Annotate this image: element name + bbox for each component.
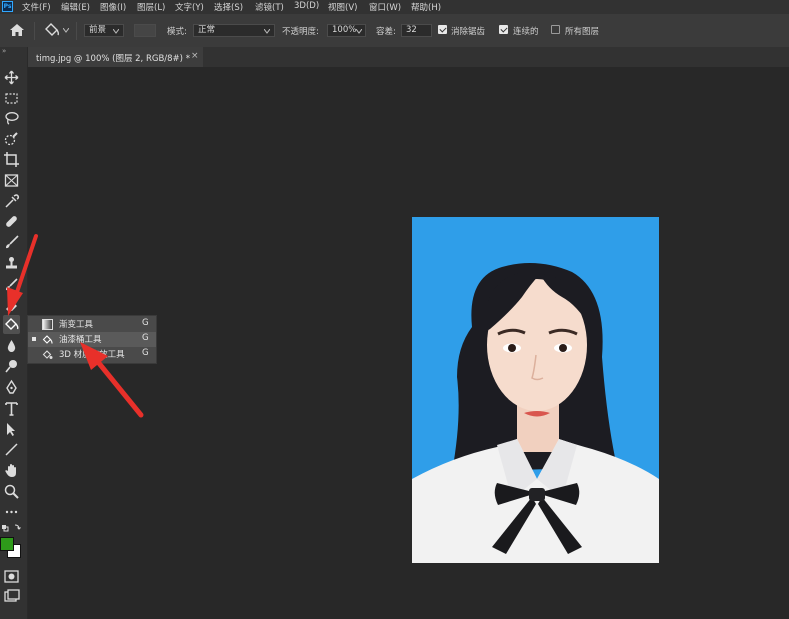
mode-select[interactable]: 正常 — [193, 24, 275, 37]
paint-bucket-icon — [42, 335, 53, 344]
portrait-photo[interactable] — [412, 217, 659, 563]
options-bar: 前景 模式: 正常 不透明度: 100% 容差: 32 消除锯齿 连续的 所有图… — [0, 14, 789, 48]
home-icon[interactable] — [9, 23, 25, 37]
flyout-shortcut: G — [142, 333, 149, 343]
opacity-value: 100% — [332, 25, 357, 35]
photoshop-logo-icon: Ps — [2, 1, 13, 12]
edit-toolbar-icon[interactable] — [3, 503, 20, 520]
flyout-label: 渐变工具 — [59, 320, 94, 330]
flyout-label: 3D 材质拖放工具 — [59, 350, 125, 360]
menu-image[interactable]: 图像(I) — [100, 1, 126, 13]
healing-brush-tool-icon[interactable] — [3, 213, 20, 230]
zoom-tool-icon[interactable] — [3, 483, 20, 500]
menu-layer[interactable]: 图层(L) — [137, 1, 165, 13]
frame-tool-icon[interactable] — [3, 172, 20, 189]
menu-3d[interactable]: 3D(D) — [294, 1, 319, 11]
menu-window[interactable]: 窗口(W) — [369, 1, 401, 13]
chevron-down-icon — [113, 29, 119, 34]
menu-filter[interactable]: 滤镜(T) — [255, 1, 284, 13]
flyout-item-3d-material-drop-tool[interactable]: 3D 材质拖放工具 G — [28, 347, 156, 362]
menu-help[interactable]: 帮助(H) — [411, 1, 441, 13]
opacity-input[interactable]: 100% — [327, 24, 366, 37]
tolerance-label: 容差: — [376, 27, 396, 37]
collapse-toolbar-icon[interactable]: » — [2, 47, 6, 55]
contiguous-label: 连续的 — [513, 27, 539, 37]
fill-source-value: 前景 — [89, 25, 107, 35]
brush-tool-icon[interactable] — [3, 234, 20, 251]
line-tool-icon[interactable] — [3, 441, 20, 458]
flyout-shortcut: G — [142, 318, 149, 328]
mode-value: 正常 — [198, 25, 216, 35]
path-selection-tool-icon[interactable] — [3, 421, 20, 438]
lasso-tool-icon[interactable] — [3, 110, 20, 127]
flyout-item-paint-bucket-tool[interactable]: 油漆桶工具 G — [28, 332, 156, 347]
eyedropper-tool-icon[interactable] — [3, 193, 20, 210]
chevron-down-icon[interactable] — [63, 28, 69, 33]
swap-colors-icon[interactable] — [1, 523, 25, 533]
flyout-shortcut: G — [142, 348, 149, 358]
paint-bucket-tool-button[interactable] — [3, 315, 20, 334]
marquee-tool-icon[interactable] — [3, 90, 20, 107]
mode-label: 模式: — [167, 27, 187, 37]
quick-selection-tool-icon[interactable] — [3, 131, 20, 148]
portrait-image — [412, 217, 659, 563]
pattern-picker[interactable] — [134, 24, 156, 37]
menu-file[interactable]: 文件(F) — [22, 1, 51, 13]
quick-mask-icon[interactable] — [3, 568, 20, 585]
chevron-down-icon — [264, 29, 270, 34]
antialias-checkbox[interactable] — [438, 25, 447, 34]
menu-edit[interactable]: 编辑(E) — [61, 1, 90, 13]
document-tab[interactable]: timg.jpg @ 100% (图层 2, RGB/8#) * × — [28, 47, 203, 67]
menu-type[interactable]: 文字(Y) — [175, 1, 204, 13]
flyout-label: 油漆桶工具 — [59, 335, 102, 345]
tolerance-value: 32 — [406, 25, 417, 35]
move-tool-icon[interactable] — [3, 69, 20, 86]
3d-material-drop-icon — [42, 350, 53, 359]
fill-source-select[interactable]: 前景 — [84, 24, 124, 37]
chevron-down-icon — [356, 29, 362, 34]
all-layers-label: 所有图层 — [565, 27, 600, 37]
menu-select[interactable]: 选择(S) — [214, 1, 243, 13]
selected-bullet-icon — [32, 337, 36, 341]
pen-tool-icon[interactable] — [3, 379, 20, 396]
clone-stamp-tool-icon[interactable] — [3, 255, 20, 272]
toolbar: » — [0, 47, 28, 619]
tool-flyout-menu: 渐变工具 G 油漆桶工具 G 3D 材质拖放工具 G — [27, 315, 157, 364]
tolerance-input[interactable]: 32 — [401, 24, 432, 37]
document-tab-title: timg.jpg @ 100% (图层 2, RGB/8#) * — [36, 54, 190, 64]
menu-view[interactable]: 视图(V) — [328, 1, 357, 13]
paint-bucket-icon — [5, 318, 19, 330]
foreground-color-swatch[interactable] — [0, 537, 14, 551]
close-tab-icon[interactable]: × — [191, 51, 199, 61]
all-layers-checkbox[interactable] — [551, 25, 560, 34]
opacity-label: 不透明度: — [282, 27, 319, 37]
antialias-label: 消除锯齿 — [451, 27, 486, 37]
type-tool-icon[interactable] — [3, 400, 20, 417]
gradient-tool-icon — [42, 319, 53, 330]
eraser-tool-icon[interactable] — [3, 297, 20, 314]
blur-tool-icon[interactable] — [3, 338, 20, 355]
flyout-item-gradient-tool[interactable]: 渐变工具 G — [28, 317, 156, 332]
crop-tool-icon[interactable] — [3, 151, 20, 168]
menu-bar: Ps 文件(F) 编辑(E) 图像(I) 图层(L) 文字(Y) 选择(S) 滤… — [0, 0, 789, 14]
contiguous-checkbox[interactable] — [499, 25, 508, 34]
dodge-tool-icon[interactable] — [3, 358, 20, 375]
hand-tool-icon[interactable] — [3, 462, 20, 479]
paint-bucket-preset-icon[interactable] — [43, 22, 61, 38]
document-tab-bar: timg.jpg @ 100% (图层 2, RGB/8#) * × — [28, 47, 789, 67]
history-brush-tool-icon[interactable] — [3, 276, 20, 293]
screen-mode-icon[interactable] — [3, 588, 20, 605]
